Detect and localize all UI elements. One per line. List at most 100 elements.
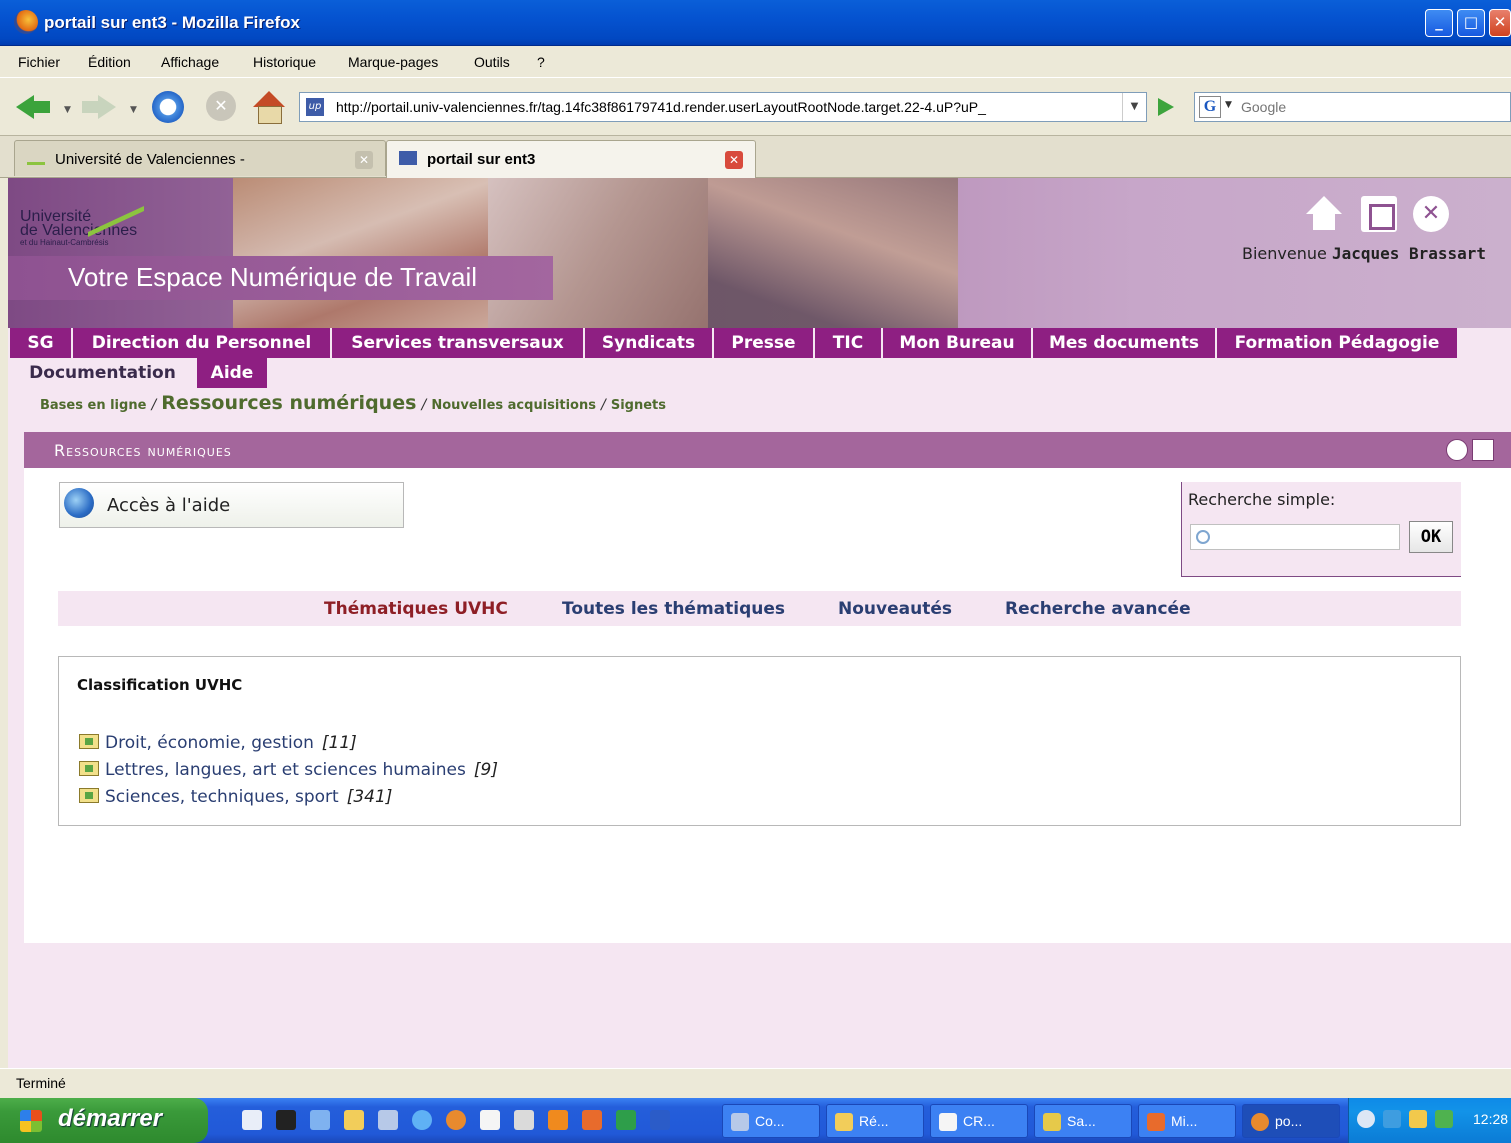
list-item[interactable]: Sciences, techniques, sport [341] — [79, 787, 392, 807]
firefox-icon[interactable] — [446, 1110, 466, 1130]
crumb-signets[interactable]: Signets — [611, 398, 666, 413]
site-banner: Université de Valenciennes et du Hainaut… — [8, 178, 1511, 328]
menu-historique[interactable]: Historique — [253, 54, 316, 70]
menu-affichage[interactable]: Affichage — [161, 54, 219, 70]
nav-tab-direction[interactable]: Direction du Personnel — [73, 328, 331, 358]
task-button[interactable]: CR... — [930, 1104, 1028, 1138]
task-app-icon — [1043, 1113, 1061, 1131]
menu-help[interactable]: ? — [537, 54, 545, 70]
folder-icon — [79, 734, 99, 749]
section-title: Ressources numériques — [54, 441, 232, 460]
task-app-icon — [731, 1113, 749, 1131]
forward-arrow-icon[interactable] — [82, 91, 118, 123]
nav-tab-mon-bureau[interactable]: Mon Bureau — [883, 328, 1032, 358]
engine-dropdown-icon[interactable]: ▼ — [1225, 100, 1232, 110]
task-button[interactable]: Sa... — [1034, 1104, 1132, 1138]
category-link[interactable]: Sciences, techniques, sport — [105, 787, 339, 807]
title-bar: portail sur ent3 - Mozilla Firefox _ □ ✕ — [0, 0, 1511, 46]
tab-close-icon[interactable]: ✕ — [725, 151, 743, 169]
task-button[interactable]: Mi... — [1138, 1104, 1236, 1138]
start-label: démarrer — [58, 1105, 163, 1132]
stop-icon[interactable]: ✕ — [206, 91, 236, 121]
nav-tab-mes-documents[interactable]: Mes documents — [1033, 328, 1216, 358]
category-link[interactable]: Lettres, langues, art et sciences humain… — [105, 760, 466, 780]
menu-outils[interactable]: Outils — [474, 54, 510, 70]
logout-icon[interactable]: ✕ — [1413, 196, 1449, 232]
print-icon[interactable] — [1472, 439, 1494, 461]
subtab-toutes-thematiques[interactable]: Toutes les thématiques — [562, 599, 785, 619]
folder-icon[interactable] — [344, 1110, 364, 1130]
subtab-recherche-avancee[interactable]: Recherche avancée — [1005, 599, 1191, 619]
tray-app-icon[interactable] — [1435, 1110, 1453, 1128]
category-link[interactable]: Droit, économie, gestion — [105, 733, 314, 753]
task-label: CR... — [963, 1113, 995, 1129]
network-icon[interactable] — [378, 1110, 398, 1130]
subtab-nouveautes[interactable]: Nouveautés — [838, 599, 952, 619]
maximize-button[interactable]: □ — [1457, 9, 1485, 37]
list-item[interactable]: Lettres, langues, art et sciences humain… — [79, 760, 498, 780]
task-button[interactable]: Ré... — [826, 1104, 924, 1138]
task-button[interactable]: po... — [1242, 1104, 1340, 1138]
start-button[interactable]: démarrer — [0, 1098, 208, 1143]
crumb-separator: / — [421, 397, 427, 413]
tray-expand-icon[interactable] — [1357, 1110, 1375, 1128]
task-label: Mi... — [1171, 1113, 1198, 1129]
nav-tab-sg[interactable]: SG — [10, 328, 72, 358]
word-icon[interactable] — [650, 1110, 670, 1130]
home-icon[interactable] — [252, 91, 286, 124]
tab-close-icon[interactable]: ✕ — [355, 151, 373, 169]
tray-network-icon[interactable] — [1383, 1110, 1401, 1128]
crumb-bases[interactable]: Bases en ligne — [40, 398, 146, 413]
nav-tab-presse[interactable]: Presse — [714, 328, 814, 358]
url-bar[interactable]: up http://portail.univ-valenciennes.fr/t… — [299, 92, 1147, 122]
menu-edition[interactable]: Édition — [88, 54, 131, 70]
home-icon[interactable] — [1306, 196, 1342, 232]
ok-button[interactable]: OK — [1409, 521, 1453, 553]
web-search-box[interactable]: G ▼ — [1194, 92, 1511, 122]
task-button[interactable]: Co... — [722, 1104, 820, 1138]
reload-icon[interactable] — [152, 91, 184, 123]
nav-tab-formation[interactable]: Formation Pédagogie — [1217, 328, 1458, 358]
folder-icon — [79, 761, 99, 776]
crumb-ressources[interactable]: Ressources numériques — [161, 392, 416, 414]
excel-icon[interactable] — [616, 1110, 636, 1130]
close-button[interactable]: ✕ — [1489, 9, 1511, 37]
go-arrow-icon[interactable] — [1152, 94, 1178, 120]
tab-universite[interactable]: Université de Valenciennes - ✕ — [14, 140, 386, 176]
back-arrow-icon[interactable] — [16, 91, 52, 123]
nav-tab-aide[interactable]: Aide — [197, 358, 268, 388]
subtab-thematiques-uvhc[interactable]: Thématiques UVHC — [324, 599, 508, 619]
back-history-dropdown-icon[interactable]: ▼ — [64, 105, 71, 115]
vlc-icon[interactable] — [548, 1110, 568, 1130]
tray-app-icon[interactable] — [1409, 1110, 1427, 1128]
simple-search-input[interactable] — [1190, 524, 1400, 550]
web-search-input[interactable] — [1241, 97, 1491, 117]
ie-icon[interactable] — [242, 1110, 262, 1130]
powerpoint-icon[interactable] — [582, 1110, 602, 1130]
crumb-nouvelles[interactable]: Nouvelles acquisitions — [431, 398, 596, 413]
tool-icon[interactable] — [310, 1110, 330, 1130]
google-engine-icon[interactable]: G — [1199, 96, 1221, 118]
cmd-icon[interactable] — [276, 1110, 296, 1130]
help-link[interactable]: Accès à l'aide — [59, 482, 404, 528]
nav-tab-syndicats[interactable]: Syndicats — [585, 328, 713, 358]
nav-tab-documentation[interactable]: Documentation — [10, 358, 196, 388]
url-history-dropdown-icon[interactable]: ▼ — [1122, 93, 1146, 121]
list-item[interactable]: Droit, économie, gestion [11] — [79, 733, 357, 753]
sitemap-icon[interactable] — [1361, 196, 1397, 232]
tab-portail[interactable]: portail sur ent3 ✕ — [386, 140, 756, 178]
minimize-button[interactable]: _ — [1425, 9, 1453, 37]
sevenzip-icon[interactable] — [514, 1110, 534, 1130]
nav-tab-tic[interactable]: TIC — [815, 328, 882, 358]
zoom-icon[interactable] — [1446, 439, 1468, 461]
nav-tab-services[interactable]: Services transversaux — [332, 328, 584, 358]
task-label: Co... — [755, 1113, 785, 1129]
window-title: portail sur ent3 - Mozilla Firefox — [44, 13, 300, 32]
url-text[interactable]: http://portail.univ-valenciennes.fr/tag.… — [336, 99, 986, 115]
menu-fichier[interactable]: Fichier — [18, 54, 60, 70]
windows-flag-icon — [20, 1110, 42, 1132]
browser-icon[interactable] — [412, 1110, 432, 1130]
notepad-icon[interactable] — [480, 1110, 500, 1130]
menu-marque-pages[interactable]: Marque-pages — [348, 54, 438, 70]
forward-history-dropdown-icon[interactable]: ▼ — [130, 105, 137, 115]
